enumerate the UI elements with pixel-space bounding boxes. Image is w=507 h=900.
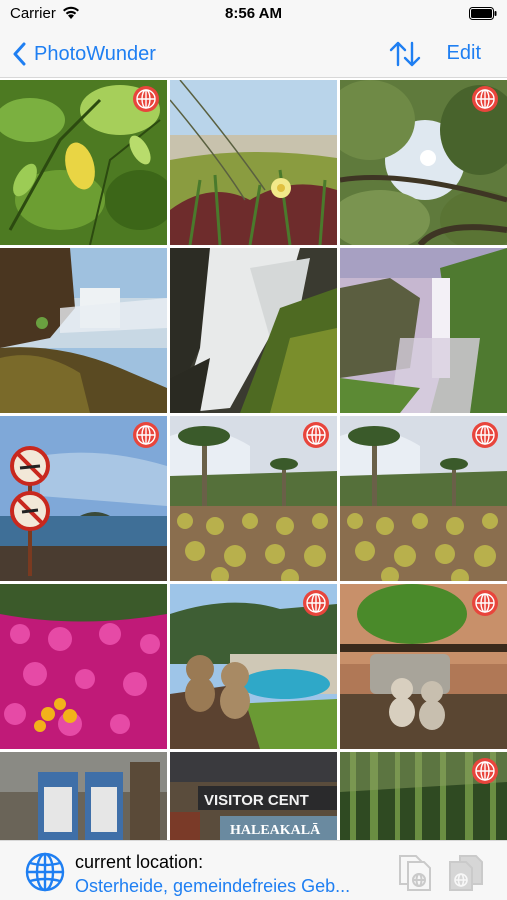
globe-badge-icon	[303, 422, 329, 448]
photo-image	[170, 80, 337, 245]
photo-image: VISITOR CENT HALEAKALĀ	[170, 752, 337, 840]
globe-badge-icon	[303, 590, 329, 616]
photo-image	[340, 248, 507, 413]
battery-icon	[469, 7, 497, 20]
photo-tile-dune-flower[interactable]	[170, 80, 337, 245]
visitor-sign-line1: VISITOR CENT	[204, 792, 309, 809]
current-location-label: current location:	[75, 852, 204, 872]
location-bar: current location: Osterheide, gemeindefr…	[0, 840, 507, 900]
chevron-left-icon	[13, 42, 26, 66]
photo-image	[0, 584, 167, 749]
photo-tile-waterfall-longexposure[interactable]	[170, 248, 337, 413]
current-location-value[interactable]: Osterheide, gemeindefreies Geb...	[75, 876, 395, 897]
globe-badge-icon	[133, 422, 159, 448]
document-globe-icon[interactable]	[446, 852, 486, 894]
globe-badge-icon	[133, 86, 159, 112]
visitor-sign-line2: HALEAKALĀ	[230, 822, 321, 838]
sort-arrows-icon[interactable]	[388, 39, 422, 69]
back-button[interactable]: PhotoWunder	[12, 39, 156, 69]
navigation-bar: PhotoWunder Edit	[0, 30, 507, 78]
edit-button[interactable]: Edit	[447, 42, 481, 65]
photo-tile-pink-flowers[interactable]	[0, 584, 167, 749]
photo-tile-recycling-bins[interactable]	[0, 752, 167, 840]
back-button-label: PhotoWunder	[34, 42, 156, 65]
status-bar: Carrier 8:56 AM	[0, 0, 507, 30]
photo-image	[170, 248, 337, 413]
copy-document-icon[interactable]	[396, 852, 436, 894]
globe-badge-icon	[472, 758, 498, 784]
photo-tile-visitor-center[interactable]: VISITOR CENT HALEAKALĀ	[170, 752, 337, 840]
globe-badge-icon	[472, 422, 498, 448]
photo-image	[0, 248, 167, 413]
photo-tile-waterfall-gorge[interactable]	[340, 248, 507, 413]
globe-badge-icon	[472, 590, 498, 616]
globe-badge-icon	[472, 86, 498, 112]
photo-image	[0, 752, 167, 840]
globe-icon[interactable]	[24, 851, 66, 893]
clock: 8:56 AM	[225, 5, 282, 22]
photo-tile-waterfall-cliff[interactable]	[0, 248, 167, 413]
photo-grid: VISITOR CENT HALEAKALĀ	[0, 80, 507, 840]
